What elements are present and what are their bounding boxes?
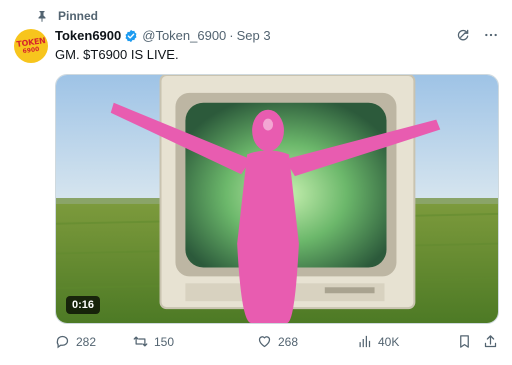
repost-count: 150 xyxy=(154,334,175,349)
reply-button[interactable]: 282 xyxy=(55,334,96,349)
views-count: 40K xyxy=(378,334,400,349)
heart-icon xyxy=(258,336,271,348)
bookmark-button[interactable] xyxy=(457,334,472,349)
header-actions xyxy=(456,28,498,42)
grok-icon[interactable] xyxy=(456,28,470,42)
tweet-header: Token6900 @Token_6900 · Sep 3 xyxy=(55,28,271,43)
reply-icon xyxy=(56,335,69,349)
pinned-indicator: Pinned xyxy=(36,9,98,23)
author-handle[interactable]: @Token_6900 xyxy=(142,28,226,43)
more-icon[interactable] xyxy=(484,28,498,42)
tweet-text: GM. $T6900 IS LIVE. xyxy=(55,47,179,62)
author-name[interactable]: Token6900 xyxy=(55,28,121,43)
like-count: 268 xyxy=(278,334,299,349)
share-icon xyxy=(484,335,497,348)
share-button[interactable] xyxy=(483,334,498,349)
repost-icon xyxy=(133,336,148,347)
tweet-date[interactable]: Sep 3 xyxy=(237,28,271,43)
verified-badge-icon xyxy=(125,29,137,42)
views-icon xyxy=(359,335,371,348)
reply-count: 282 xyxy=(76,334,97,349)
tweet-actions-bar: 282 150 268 40K xyxy=(55,334,499,354)
video-frame xyxy=(56,75,498,323)
repost-button[interactable]: 150 xyxy=(133,334,174,349)
pinned-label: Pinned xyxy=(58,9,99,23)
views-button[interactable]: 40K xyxy=(357,334,399,349)
like-button[interactable]: 268 xyxy=(257,334,298,349)
video-player[interactable] xyxy=(55,74,499,324)
video-duration-badge: 0:16 xyxy=(66,296,101,314)
pin-icon xyxy=(38,11,46,22)
header-separator: · xyxy=(229,28,234,43)
bookmark-icon xyxy=(460,335,469,348)
avatar[interactable]: TOKEN 6900 xyxy=(14,29,48,63)
